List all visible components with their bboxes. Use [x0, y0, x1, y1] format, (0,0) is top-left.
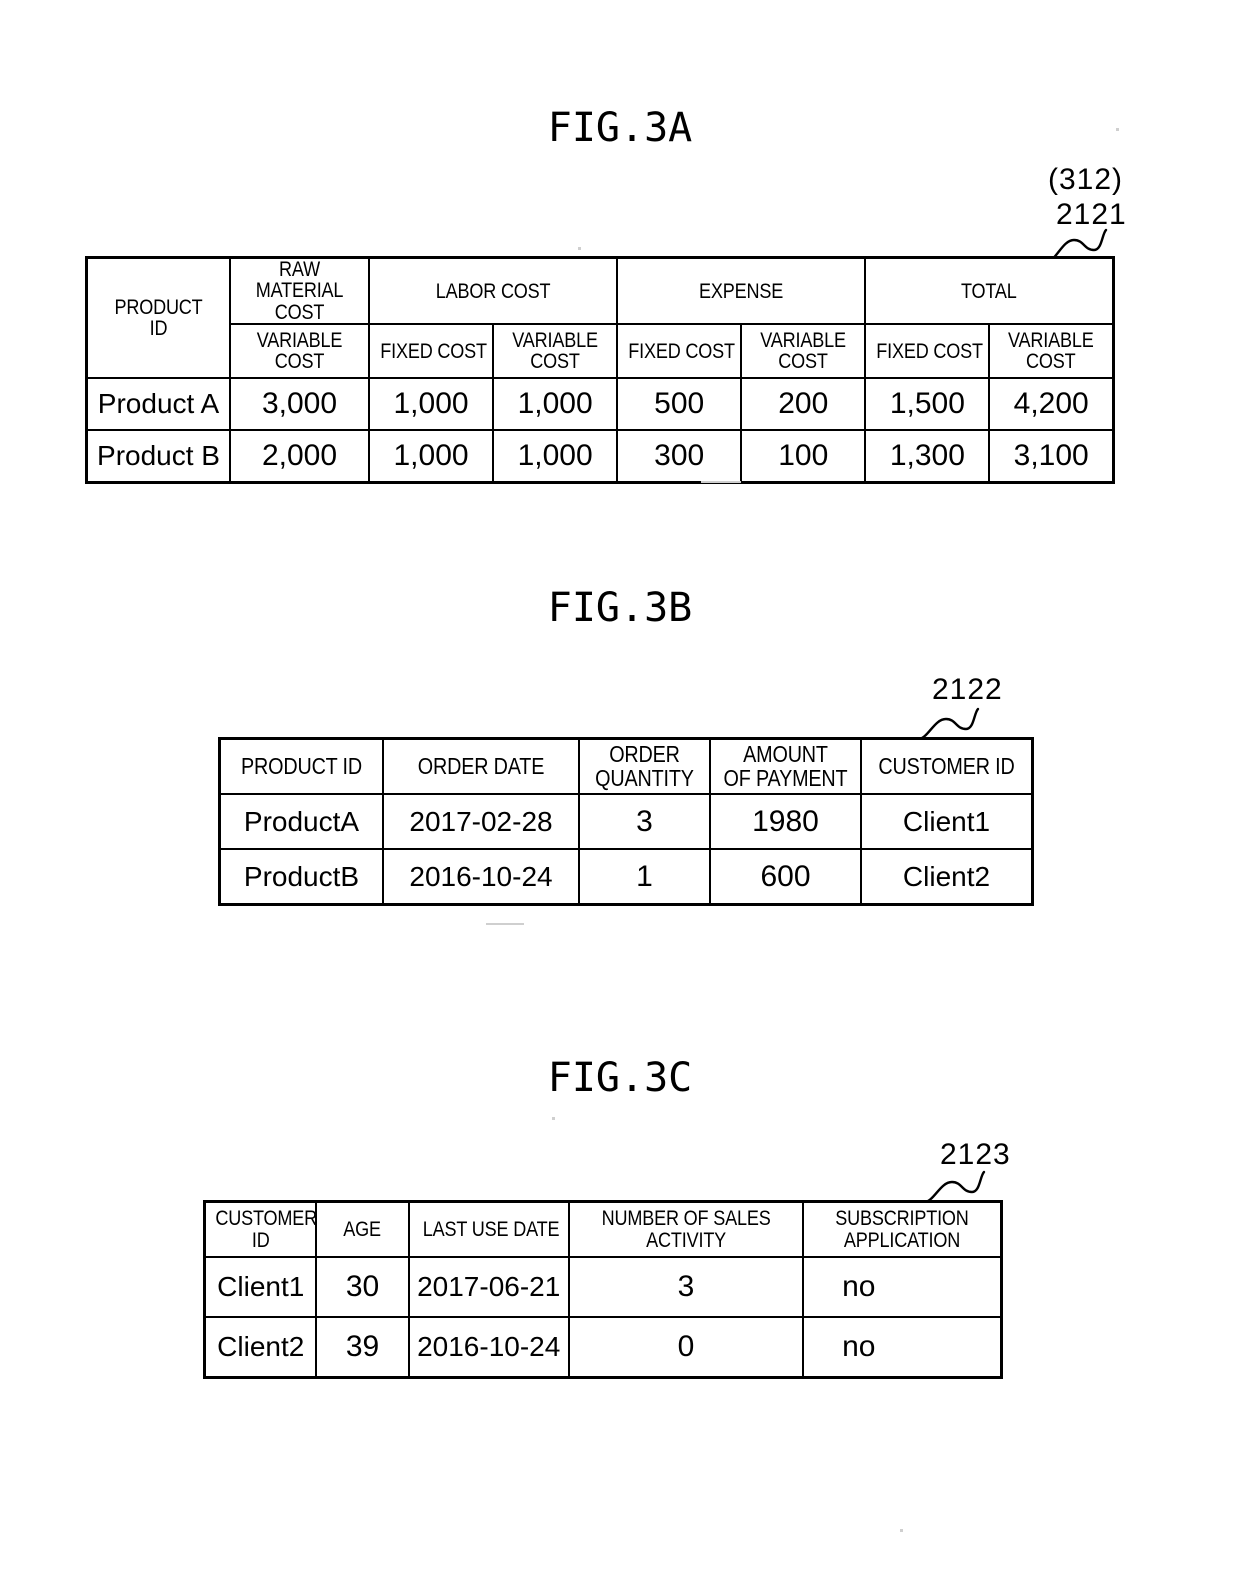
header-raw-material-line2: COST — [274, 300, 325, 324]
header-customer-id: CUSTOMER ID — [203, 1200, 318, 1258]
header-product-id-line2: ID — [149, 317, 168, 341]
table-row: Client1 30 2017-06-21 3 no — [203, 1256, 1003, 1318]
header-last-use-date: LAST USE DATE — [407, 1200, 570, 1258]
table-row: Product A 3,000 1,000 1,000 500 200 1,50… — [85, 377, 1115, 432]
figure-title-3a: FIG.3A — [547, 105, 693, 151]
header-amount-of-payment: AMOUNT OF PAYMENT — [709, 737, 862, 795]
figure-title-3b: FIG.3B — [547, 585, 693, 631]
cell-number-of-sales-activity: 3 — [567, 1256, 805, 1318]
header-product-id: PRODUCT ID — [85, 256, 231, 380]
cell-subscription-application: no — [802, 1256, 1003, 1318]
cell-expense-variable: 200 — [740, 377, 867, 432]
header-subscription-application: SUBSCRIPTION APPLICATION — [802, 1200, 1003, 1258]
header-product-id-line1: PRODUCT — [114, 295, 203, 319]
cell-customer-id: Client1 — [203, 1256, 318, 1318]
header-expense-variable-cost: VARIABLE COST — [740, 323, 867, 380]
cell-amount-of-payment: 600 — [709, 848, 862, 906]
cell-customer-id: Client2 — [203, 1316, 318, 1379]
reference-number-2122: 2122 — [932, 673, 1003, 706]
header-labor-fixed-cost: FIXED COST — [367, 323, 495, 380]
cell-labor-variable: 1,000 — [492, 429, 619, 484]
reference-number-2123: 2123 — [940, 1138, 1011, 1171]
cell-labor-fixed: 1,000 — [367, 429, 495, 484]
cell-expense-fixed: 500 — [616, 377, 743, 432]
header-expense-fixed-cost: FIXED COST — [616, 323, 743, 380]
header-customer-id: CUSTOMER ID — [860, 737, 1034, 795]
header-total-fixed-cost: FIXED COST — [864, 323, 991, 380]
table-header-row-top: PRODUCT ID RAW MATERIAL COST LABOR COST … — [85, 256, 1115, 380]
scan-speck — [578, 247, 581, 250]
cell-product-id: Product B — [85, 429, 231, 484]
cell-total-fixed: 1,300 — [864, 429, 991, 484]
header-total-variable-cost: VARIABLE COST — [988, 323, 1115, 380]
cell-age: 30 — [315, 1256, 410, 1318]
cell-customer-id: Client1 — [860, 793, 1034, 850]
cell-total-fixed: 1,500 — [864, 377, 991, 432]
cell-order-quantity: 1 — [578, 848, 711, 906]
scan-speck — [900, 1529, 903, 1532]
cell-order-date: 2016-10-24 — [382, 848, 580, 906]
header-raw-material-variable: VARIABLE COST — [229, 323, 370, 380]
cell-labor-fixed: 1,000 — [367, 377, 495, 432]
cell-product-id: ProductB — [218, 848, 384, 906]
scan-speck — [701, 481, 741, 483]
header-labor-variable-cost: VARIABLE COST — [492, 323, 619, 380]
cell-expense-variable: 100 — [740, 429, 867, 484]
header-order-date: ORDER DATE — [382, 737, 580, 795]
cell-age: 39 — [315, 1316, 410, 1379]
header-product-id: PRODUCT ID — [218, 737, 384, 795]
scan-speck — [552, 1117, 555, 1120]
figure-title-3c: FIG.3C — [547, 1055, 693, 1101]
cell-last-use-date: 2017-06-21 — [407, 1256, 570, 1318]
cell-order-quantity: 3 — [578, 793, 711, 850]
order-table-2122: PRODUCT ID ORDER DATE ORDER QUANTITY AMO… — [218, 737, 1034, 906]
scan-speck — [1116, 128, 1119, 131]
header-age: AGE — [315, 1200, 410, 1258]
header-raw-material-line1: RAW MATERIAL — [255, 258, 344, 303]
reference-paren-312: (312) — [1048, 163, 1124, 196]
table-header-row: CUSTOMER ID AGE LAST USE DATE NUMBER OF … — [203, 1200, 1003, 1258]
cell-raw-material-variable: 3,000 — [229, 377, 370, 432]
header-raw-material-cost: RAW MATERIAL COST — [229, 256, 370, 326]
header-total: TOTAL — [864, 256, 1115, 326]
cell-total-variable: 3,100 — [988, 429, 1115, 484]
cell-product-id: Product A — [85, 377, 231, 432]
table-header-row-bottom: VARIABLE COST FIXED COST VARIABLE COST F… — [87, 323, 1115, 380]
header-expense: EXPENSE — [616, 256, 867, 326]
cell-labor-variable: 1,000 — [492, 377, 619, 432]
reference-number-2121: 2121 — [1056, 198, 1127, 231]
table-row: Product B 2,000 1,000 1,000 300 100 1,30… — [85, 429, 1115, 484]
table-header-row: PRODUCT ID ORDER DATE ORDER QUANTITY AMO… — [218, 737, 1034, 795]
customer-table-2123: CUSTOMER ID AGE LAST USE DATE NUMBER OF … — [203, 1200, 1003, 1379]
cell-number-of-sales-activity: 0 — [567, 1316, 805, 1379]
table-row: Client2 39 2016-10-24 0 no — [203, 1316, 1003, 1379]
cost-table-2121: PRODUCT ID RAW MATERIAL COST LABOR COST … — [85, 256, 1115, 485]
cell-customer-id: Client2 — [860, 848, 1034, 906]
cell-last-use-date: 2016-10-24 — [407, 1316, 570, 1379]
cell-expense-fixed: 300 — [616, 429, 743, 484]
header-order-quantity: ORDER QUANTITY — [578, 737, 711, 795]
cell-amount-of-payment: 1980 — [709, 793, 862, 850]
scan-speck — [486, 923, 524, 925]
table-row: ProductA 2017-02-28 3 1980 Client1 — [218, 793, 1034, 850]
header-number-of-sales-activity: NUMBER OF SALES ACTIVITY — [567, 1200, 805, 1258]
table-row: ProductB 2016-10-24 1 600 Client2 — [218, 848, 1034, 906]
cell-raw-material-variable: 2,000 — [229, 429, 370, 484]
cell-subscription-application: no — [802, 1316, 1003, 1379]
cell-product-id: ProductA — [218, 793, 384, 850]
header-labor-cost: LABOR COST — [367, 256, 619, 326]
cell-total-variable: 4,200 — [988, 377, 1115, 432]
cell-order-date: 2017-02-28 — [382, 793, 580, 850]
